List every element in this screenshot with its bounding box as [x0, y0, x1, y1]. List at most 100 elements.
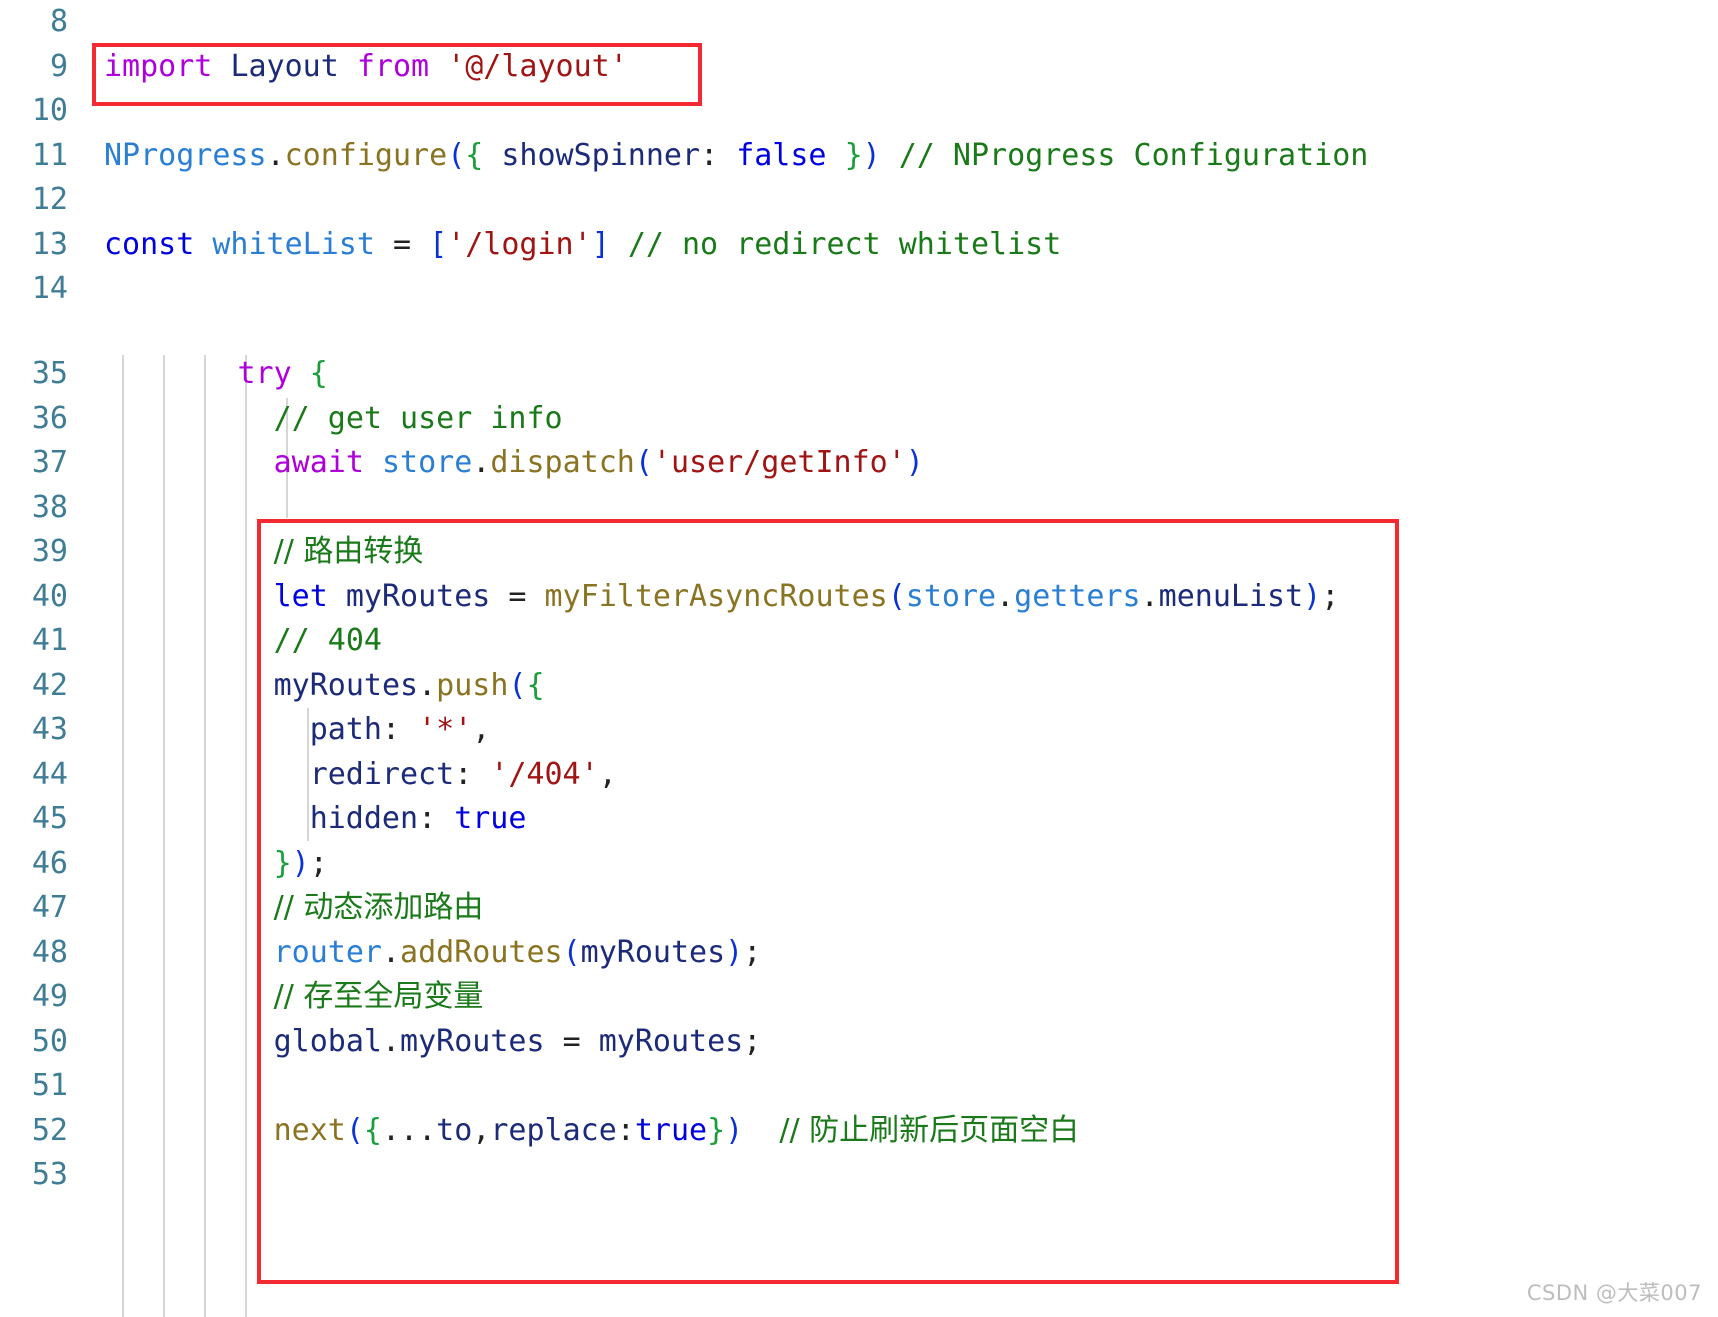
code-line[interactable]: 38 — [0, 486, 1718, 531]
code-token: , — [472, 1112, 491, 1148]
code-line[interactable]: 8 — [0, 0, 1718, 45]
code-text[interactable]: path: '*', — [310, 708, 491, 753]
line-number: 9 — [49, 48, 68, 84]
code-text[interactable]: // 动态添加路由 — [274, 886, 484, 931]
code-line[interactable]: 43 path: '*', — [0, 708, 1718, 753]
code-token: myRoutes — [345, 578, 491, 614]
line-number: 41 — [31, 623, 68, 658]
code-token: : — [616, 1112, 635, 1148]
code-text[interactable]: router.addRoutes(myRoutes); — [274, 931, 762, 976]
code-line[interactable]: 46}); — [0, 842, 1718, 887]
code-token: 'user/getInfo' — [652, 445, 906, 480]
code-token: configure — [284, 137, 448, 173]
code-line[interactable]: 12 — [0, 178, 1718, 223]
code-token: true — [634, 1112, 708, 1148]
code-line[interactable]: 48 router.addRoutes(myRoutes); — [0, 931, 1718, 976]
code-line[interactable]: 53 — [0, 1153, 1718, 1198]
code-text[interactable]: // 404 — [274, 619, 382, 664]
code-text[interactable]: hidden: true — [310, 797, 527, 842]
code-token: myRoutes — [400, 1023, 545, 1059]
code-token: ) — [725, 1112, 744, 1148]
code-token: '@/layout' — [447, 48, 628, 84]
code-token: ) — [725, 934, 744, 970]
code-token: myRoutes — [580, 934, 726, 970]
code-text[interactable]: redirect: '/404', — [310, 753, 617, 798]
code-token: replace — [490, 1112, 617, 1148]
code-text[interactable]: let myRoutes = myFilterAsyncRoutes(store… — [274, 575, 1340, 620]
code-text[interactable]: // 路由转换 — [274, 530, 424, 575]
code-token: // 路由转换 — [273, 534, 424, 569]
code-token: Layout — [230, 48, 339, 84]
code-line[interactable]: 14 — [0, 267, 1718, 312]
code-line[interactable]: 9 import Layout from '@/layout' — [0, 45, 1718, 90]
code-token: router — [273, 934, 382, 970]
line-number: 35 — [31, 356, 68, 391]
code-token: showSpinner — [501, 137, 701, 173]
code-token: // 存至全局变量 — [273, 979, 484, 1014]
code-text[interactable]: global.myRoutes = myRoutes; — [274, 1020, 762, 1065]
line-number: 45 — [31, 801, 68, 836]
code-line[interactable]: 40 let myRoutes = myFilterAsyncRoutes(sto… — [0, 575, 1718, 620]
code-block-router-guard[interactable]: 35 try { 36 // get user info 37 await store.d… — [0, 352, 1718, 1198]
code-line[interactable]: 44 redirect: '/404', — [0, 753, 1718, 798]
code-text[interactable]: next({...to,replace:true}) // 防止刷新后页面空白 — [274, 1109, 1080, 1154]
code-line[interactable]: 11 NProgress.configure({ showSpinner: fal… — [0, 134, 1718, 179]
code-line[interactable]: 49 // 存至全局变量 — [0, 975, 1718, 1020]
code-text[interactable]: }); — [274, 842, 328, 887]
code-token: // NProgress Configuration — [898, 137, 1369, 173]
code-line[interactable]: 35 try { — [0, 352, 1718, 397]
line-number: 42 — [31, 667, 68, 703]
line-number: 48 — [31, 934, 68, 970]
code-text[interactable]: NProgress.configure({ showSpinner: false… — [104, 134, 1368, 179]
code-editor[interactable]: 8 9 import Layout from '@/layout' 10 11 NProg… — [0, 0, 1718, 1317]
line-number: 11 — [31, 137, 68, 173]
line-number: 38 — [31, 489, 68, 525]
code-text[interactable]: // get user info — [274, 397, 563, 442]
line-number: 8 — [49, 4, 68, 39]
code-token: const — [104, 226, 195, 262]
code-text[interactable]: import Layout from '@/layout' — [104, 45, 628, 90]
code-token: next — [273, 1112, 346, 1148]
code-token: . — [381, 1023, 401, 1059]
code-token: hidden — [309, 801, 419, 836]
code-token: = — [508, 578, 527, 614]
code-line[interactable]: 13 const whiteList = ['/login'] // no red… — [0, 223, 1718, 268]
code-token: . — [266, 137, 285, 173]
code-line[interactable]: 36 // get user info — [0, 397, 1718, 442]
code-line[interactable]: 39 // 路由转换 — [0, 530, 1718, 575]
code-token: '/404' — [490, 756, 599, 792]
code-line[interactable]: 47 // 动态添加路由 — [0, 886, 1718, 931]
code-line[interactable]: 51 — [0, 1064, 1718, 1109]
code-block-imports[interactable]: 8 9 import Layout from '@/layout' 10 11 NProg… — [0, 0, 1718, 312]
line-number: 37 — [31, 445, 68, 480]
code-token: try — [237, 356, 292, 391]
code-text[interactable]: await store.dispatch('user/getInfo') — [274, 441, 924, 486]
code-line[interactable]: 41 // 404 — [0, 619, 1718, 664]
code-line[interactable]: 52 next({...to,replace:true}) // 防止刷新后页面空… — [0, 1109, 1718, 1154]
code-text[interactable]: myRoutes.push({ — [274, 664, 545, 709]
code-line[interactable]: 10 — [0, 89, 1718, 134]
code-token: . — [418, 667, 437, 703]
line-number: 36 — [31, 400, 68, 436]
code-text[interactable]: // 存至全局变量 — [274, 975, 484, 1020]
code-token: : — [418, 801, 455, 836]
code-line[interactable]: 45 hidden: true — [0, 797, 1718, 842]
code-token: myRoutes — [598, 1023, 744, 1059]
code-line[interactable]: 50 global.myRoutes = myRoutes; — [0, 1020, 1718, 1065]
code-token: ; — [1321, 578, 1340, 614]
code-token: // 404 — [273, 623, 382, 658]
code-text[interactable]: const whiteList = ['/login'] // no redir… — [104, 223, 1061, 268]
csdn-watermark: CSDN @大菜007 — [1526, 1281, 1702, 1305]
line-number: 40 — [31, 578, 68, 614]
code-line[interactable]: 42 myRoutes.push({ — [0, 664, 1718, 709]
code-token: ( — [634, 445, 653, 480]
code-token: ( — [447, 137, 466, 173]
code-token: ( — [508, 667, 527, 703]
code-token: addRoutes — [400, 934, 563, 970]
code-text[interactable]: try { — [238, 352, 328, 397]
code-line[interactable]: 37 await store.dispatch('user/getInfo') — [0, 441, 1718, 486]
